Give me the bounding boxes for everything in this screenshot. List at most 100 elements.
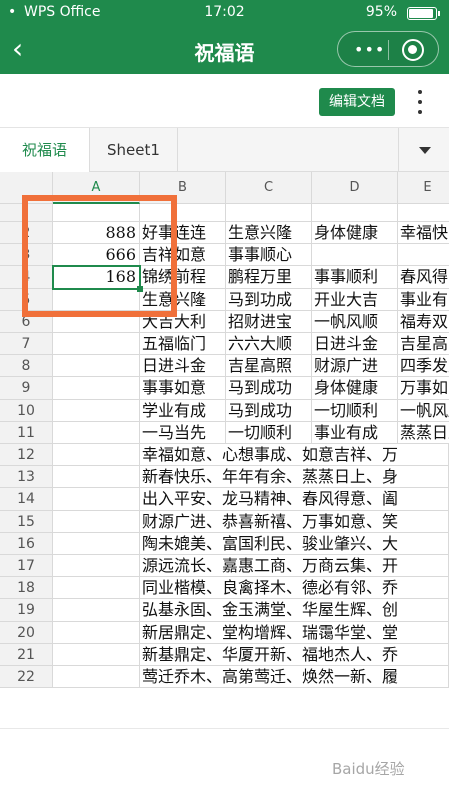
annotation-highlight-box — [22, 195, 177, 317]
table-cell[interactable]: 四季发财 — [398, 355, 449, 378]
row-header[interactable]: 11 — [0, 421, 53, 444]
table-cell[interactable]: 新春快乐、年年有余、蒸蒸日上、身 — [140, 466, 449, 489]
table-cell[interactable]: 蒸蒸日上 — [398, 422, 449, 444]
row-header[interactable]: 12 — [0, 444, 53, 467]
battery-icon — [407, 7, 440, 20]
table-cell[interactable]: 日进斗金 — [140, 355, 226, 378]
table-cell[interactable] — [53, 555, 140, 578]
table-cell[interactable] — [53, 643, 140, 666]
table-cell[interactable]: 事事顺心 — [226, 244, 312, 267]
mini-program-capsule: ••• — [337, 31, 439, 67]
table-cell[interactable] — [53, 377, 140, 400]
table-cell[interactable]: 马到成功 — [226, 399, 312, 422]
table-cell[interactable]: 万事如意 — [398, 377, 449, 400]
table-cell[interactable]: 身体健康 — [312, 222, 398, 245]
table-cell[interactable]: 出入平安、龙马精神、春风得意、阖 — [140, 488, 449, 511]
table-cell[interactable]: 身体健康 — [312, 377, 398, 400]
row-header[interactable]: 20 — [0, 621, 53, 644]
column-header-c[interactable]: C — [226, 172, 312, 204]
table-cell[interactable]: 一帆风顺 — [312, 310, 398, 333]
kebab-menu-icon[interactable] — [412, 88, 428, 116]
row-header[interactable]: 9 — [0, 377, 53, 400]
row-header[interactable]: 8 — [0, 355, 53, 378]
table-cell[interactable] — [398, 244, 449, 267]
table-cell[interactable]: 生意兴隆 — [226, 222, 312, 245]
table-cell[interactable] — [53, 444, 140, 467]
row-header[interactable]: 19 — [0, 599, 53, 622]
nav-bar: ‹ 祝福语 ••• — [0, 26, 449, 74]
table-cell[interactable]: 一切顺利 — [312, 399, 398, 422]
table-cell[interactable] — [226, 204, 312, 222]
row-header[interactable]: 22 — [0, 666, 53, 689]
table-cell[interactable]: 福寿双 — [398, 311, 449, 333]
table-cell[interactable]: 陶未媲美、富国利民、骏业肇兴、大 — [140, 532, 449, 555]
table-cell[interactable] — [312, 244, 398, 267]
table-cell[interactable]: 一马当先 — [140, 421, 226, 444]
table-cell[interactable] — [53, 666, 140, 689]
row-header[interactable]: 14 — [0, 488, 53, 511]
doc-toolbar: 编辑文档 — [0, 74, 449, 128]
table-cell[interactable]: 新基鼎定、华厦开新、福地杰人、乔 — [140, 643, 449, 666]
table-cell[interactable]: 马到成功 — [226, 377, 312, 400]
table-cell[interactable]: 春风得 — [398, 266, 449, 289]
watermark: Baidu经验 — [332, 760, 405, 778]
table-cell[interactable]: 鹏程万里 — [226, 266, 312, 289]
table-cell[interactable]: 五福临门 — [140, 333, 226, 356]
row-header[interactable]: 18 — [0, 577, 53, 600]
table-cell[interactable] — [312, 204, 398, 222]
table-cell[interactable] — [53, 532, 140, 555]
close-target-icon[interactable] — [402, 39, 424, 61]
row-header[interactable]: 17 — [0, 555, 53, 578]
table-cell[interactable]: 马到功成 — [226, 288, 312, 311]
table-cell[interactable]: 事事顺利 — [312, 266, 398, 289]
table-cell[interactable]: 吉星高照 — [226, 355, 312, 378]
capsule-divider — [388, 40, 389, 60]
table-cell[interactable]: 同业楷模、良禽择木、德必有邻、乔 — [140, 577, 449, 600]
table-cell[interactable]: 莺迁乔木、高第莺迁、焕然一新、履 — [140, 666, 449, 689]
table-cell[interactable]: 事事如意 — [140, 377, 226, 400]
table-cell[interactable] — [53, 421, 140, 444]
row-header[interactable]: 21 — [0, 643, 53, 666]
table-cell[interactable]: 弘基永固、金玉满堂、华屋生辉、创 — [140, 599, 449, 622]
edit-document-button[interactable]: 编辑文档 — [319, 88, 395, 116]
chevron-down-icon — [419, 147, 431, 154]
table-cell[interactable] — [53, 577, 140, 600]
table-cell[interactable]: 事业有 — [398, 289, 449, 311]
table-cell[interactable]: 事业有成 — [312, 421, 398, 444]
table-cell[interactable] — [53, 510, 140, 533]
row-header[interactable]: 13 — [0, 466, 53, 489]
table-cell[interactable]: 一切顺利 — [226, 421, 312, 444]
status-bar: • WPS Office 17:02 95% — [0, 0, 449, 26]
table-cell[interactable] — [398, 204, 449, 222]
sheet-dropdown-button[interactable] — [398, 128, 449, 172]
tab-blessings[interactable]: 祝福语 — [0, 128, 90, 172]
table-cell[interactable]: 幸福快 — [398, 222, 449, 245]
column-header-e[interactable]: E — [398, 172, 449, 204]
table-cell[interactable] — [53, 466, 140, 489]
table-cell[interactable]: 一帆风顺 — [398, 400, 449, 422]
row-header[interactable]: 16 — [0, 532, 53, 555]
tab-sheet1[interactable]: Sheet1 — [90, 128, 178, 172]
table-cell[interactable]: 学业有成 — [140, 399, 226, 422]
table-cell[interactable] — [53, 355, 140, 378]
table-cell[interactable] — [53, 333, 140, 356]
table-cell[interactable]: 日进斗金 — [312, 333, 398, 356]
more-icon[interactable]: ••• — [354, 40, 385, 59]
row-header[interactable]: 10 — [0, 399, 53, 422]
table-cell[interactable]: 六六大顺 — [226, 333, 312, 356]
table-cell[interactable] — [53, 599, 140, 622]
table-cell[interactable]: 新居鼎定、堂构增辉、瑞霭华堂、堂 — [140, 621, 449, 644]
table-cell[interactable] — [53, 399, 140, 422]
column-header-d[interactable]: D — [312, 172, 398, 204]
row-header[interactable]: 15 — [0, 510, 53, 533]
table-cell[interactable]: 招财进宝 — [226, 310, 312, 333]
table-cell[interactable]: 幸福如意、心想事成、如意吉祥、万 — [140, 444, 449, 467]
table-cell[interactable] — [53, 621, 140, 644]
table-cell[interactable] — [53, 488, 140, 511]
table-cell[interactable]: 财源广进 — [312, 355, 398, 378]
table-cell[interactable]: 开业大吉 — [312, 288, 398, 311]
table-cell[interactable]: 源远流长、嘉惠工商、万商云集、开 — [140, 555, 449, 578]
row-header[interactable]: 7 — [0, 333, 53, 356]
table-cell[interactable]: 财源广进、恭喜新禧、万事如意、笑 — [140, 510, 449, 533]
table-cell[interactable]: 吉星高 — [398, 333, 449, 356]
